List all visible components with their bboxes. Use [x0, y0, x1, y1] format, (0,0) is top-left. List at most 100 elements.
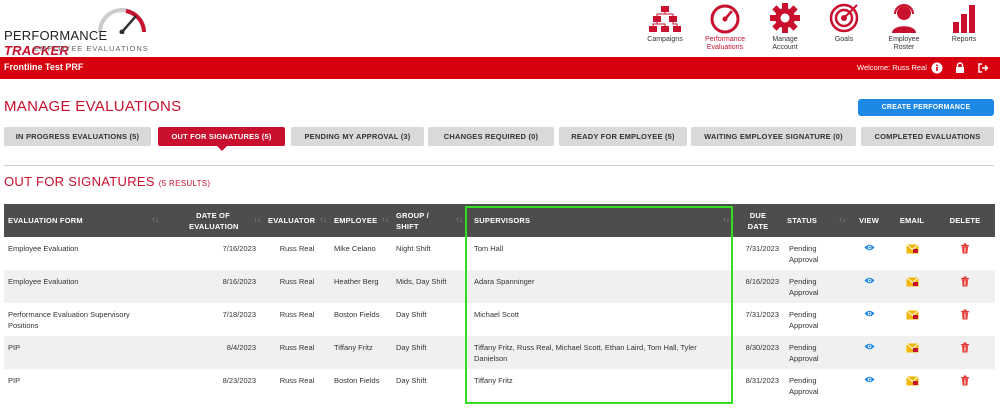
col-delete: DELETE: [949, 216, 981, 225]
cell-email: [889, 303, 935, 336]
col-date-of-evaluation[interactable]: DATE OF EVALUATION ↑↓: [162, 204, 264, 237]
cell-due-date: 7/31/2023: [745, 310, 779, 319]
col-group-shift[interactable]: GROUP / SHIFT ↑↓: [392, 204, 466, 237]
cell-evaluator: Russ Real: [279, 277, 315, 286]
col-due-date[interactable]: DUE DATE: [733, 204, 783, 237]
nav-goals[interactable]: Goals: [824, 2, 864, 56]
cell-evaluator: Russ Real: [279, 343, 315, 352]
cell-group-shift: Day Shift: [396, 376, 427, 385]
target-icon: [829, 3, 859, 33]
tab-in-progress[interactable]: IN PROGRESS EVALUATIONS (5): [4, 127, 151, 146]
cell-email: [889, 270, 935, 303]
cell-evaluator: Russ Real: [279, 310, 315, 319]
cell-status: Pending Approval: [789, 343, 819, 363]
nav-manage-account[interactable]: Manage Account: [763, 2, 807, 56]
col-status[interactable]: STATUS ↑↓: [783, 204, 849, 237]
cell-due-date: 8/16/2023: [745, 277, 779, 286]
nav-label: Manage Account: [772, 36, 798, 51]
cell-delete: [935, 369, 995, 402]
nav-campaigns[interactable]: Campaigns: [641, 2, 689, 56]
cell-date-of-evaluation: 8/23/2023: [222, 376, 256, 385]
cell-group-shift: Mids, Day Shift: [396, 277, 447, 286]
trash-icon[interactable]: [960, 276, 970, 287]
cell-employee: Tiffany Fritz: [334, 343, 373, 352]
nav-label: Reports: [951, 36, 977, 43]
bar-chart-icon: [953, 5, 975, 33]
trash-icon[interactable]: [960, 342, 970, 353]
sort-icon[interactable]: ↑↓: [382, 217, 389, 224]
cell-view: [849, 336, 889, 369]
eye-icon[interactable]: [864, 309, 875, 318]
cell-employee: Boston Fields: [334, 376, 380, 385]
cell-email: [889, 336, 935, 369]
cell-evaluator: Russ Real: [279, 244, 315, 253]
lock-icon[interactable]: [954, 62, 966, 74]
col-evaluator[interactable]: EVALUATOR ↑↓: [264, 204, 330, 237]
cell-delete: [935, 237, 995, 270]
sort-icon[interactable]: ↑↓: [152, 217, 159, 224]
cell-delete: [935, 336, 995, 369]
cell-group-shift: Night Shift: [396, 244, 431, 253]
sort-icon[interactable]: ↑↓: [320, 217, 327, 224]
eye-icon[interactable]: [864, 375, 875, 384]
result-count: (5 RESULTS): [158, 179, 211, 188]
nav-label: Goals: [834, 36, 854, 43]
cell-view: [849, 369, 889, 402]
logout-icon[interactable]: [977, 62, 989, 74]
cell-view: [849, 237, 889, 270]
cell-group-shift: Day Shift: [396, 310, 427, 319]
cell-status: Pending Approval: [789, 376, 819, 396]
headset-user-icon: [892, 4, 916, 33]
email-icon[interactable]: [905, 342, 919, 353]
tab-waiting-employee-signature[interactable]: WAITING EMPLOYEE SIGNATURE (0): [691, 127, 856, 146]
col-evaluation-form[interactable]: EVALUATION FORM ↑↓: [4, 204, 162, 237]
eye-icon[interactable]: [864, 243, 875, 252]
tab-ready-for-employee[interactable]: READY FOR EMPLOYEE (5): [559, 127, 687, 146]
eye-icon[interactable]: [864, 342, 875, 351]
cell-evaluator: Russ Real: [279, 376, 315, 385]
info-icon[interactable]: [931, 62, 943, 74]
nav-employee-roster[interactable]: Employee Roster: [882, 2, 926, 56]
col-employee[interactable]: EMPLOYEE ↑↓: [330, 204, 392, 237]
evaluation-tabs: IN PROGRESS EVALUATIONS (5) OUT FOR SIGN…: [4, 127, 994, 147]
cell-email: [889, 369, 935, 402]
speedometer-icon: [710, 4, 740, 34]
tab-pending-my-approval[interactable]: PENDING MY APPROVAL (3): [291, 127, 424, 146]
welcome-text: Welcome: Russ Real: [857, 63, 927, 72]
trash-icon[interactable]: [960, 309, 970, 320]
create-performance-evaluation-button[interactable]: CREATE PERFORMANCE EVALUATION: [858, 99, 994, 128]
col-view: VIEW: [859, 216, 879, 225]
sort-icon[interactable]: ↑↓: [254, 217, 261, 224]
cell-evaluation-form: PIP: [8, 343, 21, 352]
email-icon[interactable]: [905, 375, 919, 386]
logo-subtitle: EMPLOYEE EVALUATIONS: [34, 44, 149, 53]
eye-icon[interactable]: [864, 276, 875, 285]
tab-completed-evaluations[interactable]: COMPLETED EVALUATIONS: [861, 127, 994, 146]
tab-out-for-signatures[interactable]: OUT FOR SIGNATURES (5): [158, 127, 285, 146]
sort-icon[interactable]: ↑↓: [456, 217, 463, 224]
divider: [4, 165, 994, 166]
cell-status: Pending Approval: [789, 244, 819, 264]
trash-icon[interactable]: [960, 243, 970, 254]
org-chart-icon: [649, 6, 681, 32]
section-title: OUT FOR SIGNATURES (5 RESULTS): [4, 174, 211, 189]
cell-delete: [935, 270, 995, 303]
nav-reports[interactable]: Reports: [944, 2, 984, 56]
email-icon[interactable]: [905, 243, 919, 254]
cell-view: [849, 270, 889, 303]
email-icon[interactable]: [905, 276, 919, 287]
cell-date-of-evaluation: 8/16/2023: [222, 277, 256, 286]
supervisors-highlight-box: [465, 206, 733, 404]
email-icon[interactable]: [905, 309, 919, 320]
top-header: PERFORMANCE TRACKER EMPLOYEE EVALUATIONS…: [0, 0, 1000, 58]
nav-performance-evaluations[interactable]: Performance Evaluations: [700, 2, 750, 56]
app-logo[interactable]: PERFORMANCE TRACKER EMPLOYEE EVALUATIONS: [4, 6, 164, 58]
cell-evaluation-form: Performance Evaluation Supervisory Posit…: [8, 310, 130, 330]
tab-changes-required[interactable]: CHANGES REQUIRED (0): [428, 127, 554, 146]
cell-due-date: 7/31/2023: [745, 244, 779, 253]
nav-label: Campaigns: [647, 36, 683, 43]
trash-icon[interactable]: [960, 375, 970, 386]
sort-icon[interactable]: ↑↓: [839, 217, 846, 224]
cell-view: [849, 303, 889, 336]
cell-employee: Boston Fields: [334, 310, 380, 319]
